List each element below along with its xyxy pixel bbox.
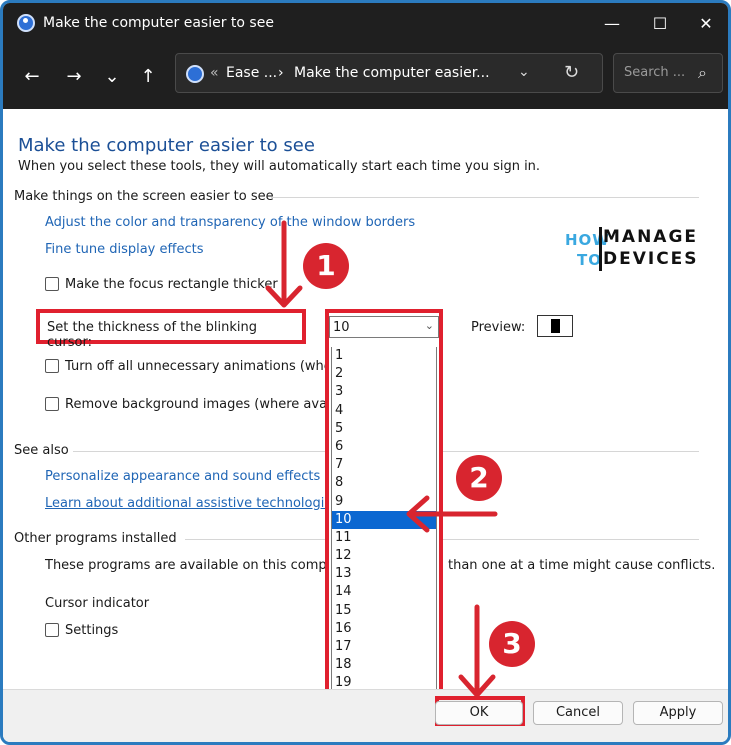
app-window: Make the computer easier to see — ☐ ✕ ← … <box>0 0 731 745</box>
step-marker-3: 3 <box>489 621 535 667</box>
annotation-arrows <box>265 220 498 698</box>
step-marker-2: 2 <box>456 455 502 501</box>
step-marker-1: 1 <box>303 243 349 289</box>
